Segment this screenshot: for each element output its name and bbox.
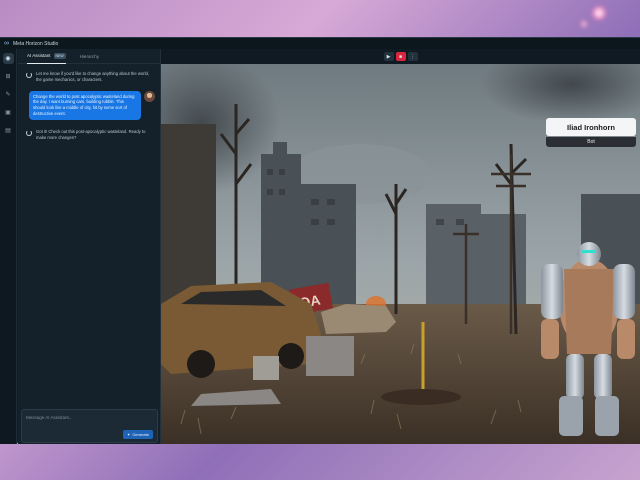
tab-label: Hierarchy (79, 53, 99, 59)
message-input[interactable] (26, 413, 146, 421)
dirt-mound (381, 389, 461, 405)
assistant-panel: AI Assistant NEW Hierarchy Let me know i… (18, 49, 161, 444)
avatar (144, 90, 155, 102)
play-button[interactable]: ▶ (383, 52, 394, 61)
user-bubble: Change the world to post apocalyptic was… (29, 90, 141, 120)
sparkle-icon: ✦ (126, 432, 131, 437)
viewport-toolbar: ▶ ■ ⋮ (161, 49, 640, 64)
tab-label: AI Assistant (27, 53, 51, 58)
new-badge: NEW (53, 52, 66, 59)
world-viewport[interactable]: OA Iliad Ironhorn Bot (161, 64, 640, 444)
generate-button[interactable]: ✦ Generate (122, 430, 153, 439)
tab-ai-assistant[interactable]: AI Assistant NEW (27, 49, 66, 64)
meta-logo-icon: ∞ (4, 40, 9, 47)
npc-name: Iliad Ironhorn (546, 118, 636, 136)
chat-thread: Let me know if you'd like to change anyt… (18, 71, 161, 148)
studio-window: ∞ Meta Horizon Studio ◉ ⊞ ✎ ▣ ▤ AI Assis… (0, 37, 640, 444)
tab-hierarchy[interactable]: Hierarchy (80, 49, 99, 64)
panel-tabs: AI Assistant NEW Hierarchy (18, 49, 160, 64)
tool-rail: ◉ ⊞ ✎ ▣ ▤ (0, 49, 17, 444)
message-composer: ✦ Generate (21, 409, 158, 443)
layers-rail-icon[interactable]: ⊞ (3, 71, 14, 82)
message-text: Got it! Check out this post-apocalyptic … (36, 128, 146, 140)
assistant-message: Got it! Check out this post-apocalyptic … (18, 129, 161, 141)
gallery-rail-icon[interactable]: ▤ (3, 125, 14, 136)
ai-assistant-icon (26, 129, 32, 136)
assistant-message: Let me know if you'd like to change anyt… (18, 71, 161, 83)
wallpaper-orb (580, 20, 588, 28)
generate-label: Generate (132, 432, 149, 437)
rusted-car (161, 282, 321, 378)
message-text: Let me know if you'd like to change anyt… (36, 71, 150, 82)
script-rail-icon[interactable]: ✎ (3, 89, 14, 100)
stop-button[interactable]: ■ (395, 52, 406, 61)
user-message: Change the world to post apocalyptic was… (18, 90, 161, 120)
assistant-rail-icon[interactable]: ◉ (2, 53, 14, 64)
wrecked-car (321, 304, 396, 334)
concrete-block (306, 336, 354, 376)
assets-rail-icon[interactable]: ▣ (3, 107, 14, 118)
title-bar: ∞ Meta Horizon Studio (0, 38, 640, 49)
wallpaper-orb (592, 6, 606, 20)
more-options-button[interactable]: ⋮ (407, 52, 418, 61)
concrete-block (253, 356, 279, 380)
npc-role: Bot (546, 137, 636, 147)
app-title: Meta Horizon Studio (13, 40, 59, 47)
ai-assistant-icon (26, 72, 32, 78)
npc-nameplate: Iliad Ironhorn Bot (546, 118, 636, 148)
